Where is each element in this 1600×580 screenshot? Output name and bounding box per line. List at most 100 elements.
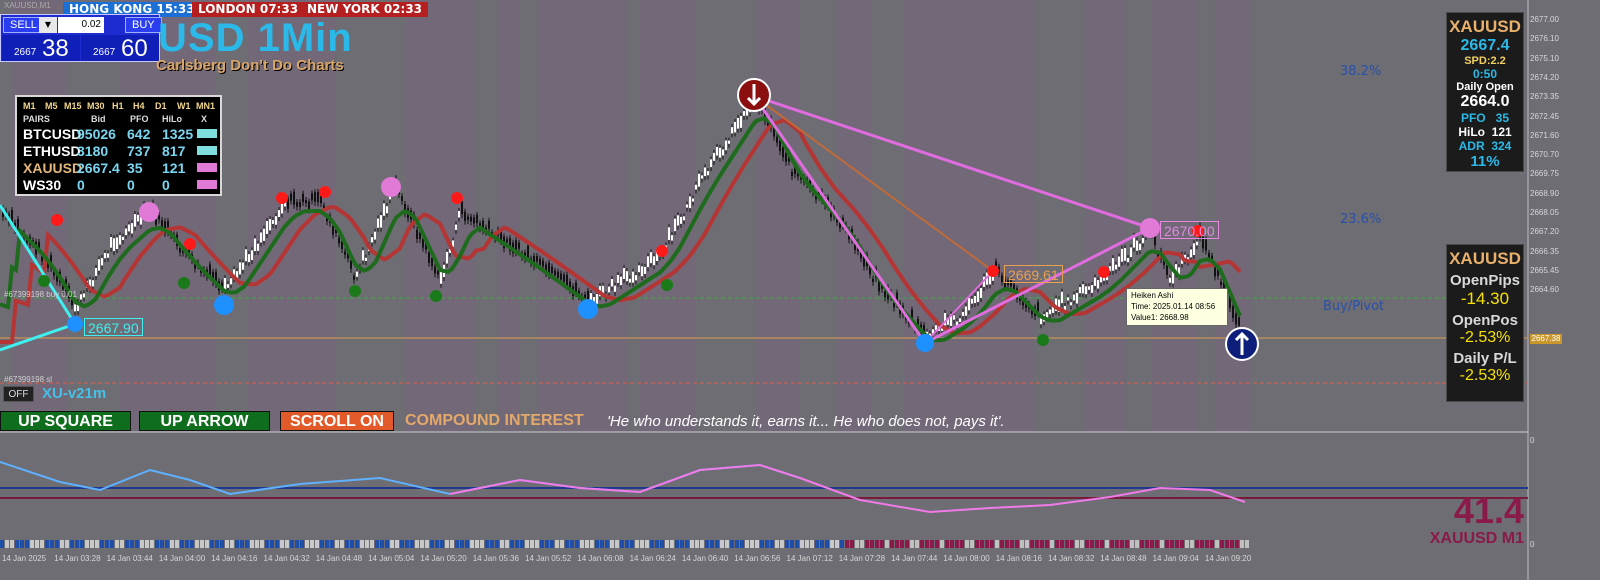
indicator-scale-bottom: 0 [1530, 540, 1535, 549]
histogram-bar [1080, 540, 1084, 548]
candle-body [1232, 306, 1234, 318]
histogram-bar [480, 540, 484, 548]
info-symbol: XAUUSD [1449, 17, 1521, 36]
histogram-bar [235, 540, 239, 548]
swing-dot [1098, 266, 1110, 278]
off-toggle-button[interactable]: OFF [3, 386, 34, 402]
lot-spinner-down-icon[interactable]: ▼ [39, 17, 57, 33]
histogram-bar [1185, 540, 1189, 548]
candle-body [1088, 286, 1090, 290]
candle-body [131, 223, 133, 234]
histogram-bar [530, 540, 534, 548]
tf-h4[interactable]: H4 [133, 101, 145, 111]
tf-h1[interactable]: H1 [112, 101, 124, 111]
tf-m15[interactable]: M15 [64, 101, 82, 111]
buy-price-box[interactable]: 2667 60 [81, 35, 159, 62]
histogram-bar [1160, 540, 1164, 548]
histogram-bar [540, 540, 544, 548]
up-arrow-button[interactable]: UP ARROW [139, 411, 270, 431]
candle-body [308, 201, 310, 210]
candle-body [1139, 243, 1141, 251]
candle-body [968, 298, 970, 311]
histogram-bar [950, 540, 954, 548]
watch-trend-bar [197, 180, 217, 189]
chart-canvas[interactable] [0, 0, 1600, 580]
histogram-bar [1105, 540, 1109, 548]
histogram-bar [490, 540, 494, 548]
time-tick-label: 14 Jan 2025 [2, 554, 47, 563]
time-tick-label: 14 Jan 08:48 [1100, 554, 1147, 563]
time-tick-label: 14 Jan 06:56 [734, 554, 781, 563]
histogram-bar [995, 540, 999, 548]
watch-pair-cell[interactable]: XAUUSD [23, 160, 82, 176]
candle-body [158, 215, 160, 220]
candle-body [506, 239, 508, 243]
candle-body [596, 294, 598, 304]
order-buy-line-label[interactable]: #67399198 buy 0.01 [4, 290, 77, 299]
tf-d1[interactable]: D1 [155, 101, 167, 111]
histogram-bar [1000, 540, 1004, 548]
chart-title: USD 1Min [158, 16, 353, 60]
histogram-bar [705, 540, 709, 548]
histogram-bar [1180, 540, 1184, 548]
watch-pair-cell[interactable]: BTCUSD [23, 126, 81, 142]
sell-button[interactable]: SELL [3, 17, 44, 33]
histogram-bar [850, 540, 854, 548]
swing-dot [578, 299, 598, 319]
histogram-bar [410, 540, 414, 548]
histogram-bar [635, 540, 639, 548]
histogram-bar [430, 540, 434, 548]
order-sl-line-label[interactable]: #67399198 sl [4, 375, 52, 384]
tf-m1[interactable]: M1 [23, 101, 36, 111]
candle-body [80, 294, 82, 300]
candle-body [698, 173, 700, 187]
time-tick-label: 14 Jan 07:12 [786, 554, 833, 563]
candle-body [353, 275, 355, 280]
histogram-bar [180, 540, 184, 548]
session-band [755, 0, 800, 432]
swing-dot [430, 290, 442, 302]
histogram-bar [170, 540, 174, 548]
up-square-button[interactable]: UP SQUARE [0, 411, 131, 431]
buy-button[interactable]: BUY [125, 17, 162, 33]
histogram-bar [600, 540, 604, 548]
candle-body [1049, 309, 1051, 315]
clock-label: LONDON 07:33 [198, 2, 299, 16]
histogram-bar [625, 540, 629, 548]
histogram-bar [675, 540, 679, 548]
histogram-bar [1240, 540, 1244, 548]
candle-body [467, 216, 469, 221]
tf-mn1[interactable]: MN1 [196, 101, 215, 111]
candle-body [122, 236, 124, 241]
histogram-bar [20, 540, 24, 548]
watch-pair-cell[interactable]: ETHUSD [23, 143, 81, 159]
histogram-bar [655, 540, 659, 548]
histogram-bar [160, 540, 164, 548]
histogram-bar [295, 540, 299, 548]
candle-body [290, 193, 292, 201]
candle-body [380, 215, 382, 228]
tf-m30[interactable]: M30 [87, 101, 105, 111]
tf-w1[interactable]: W1 [177, 101, 191, 111]
candle-body [680, 216, 682, 224]
histogram-bar [700, 540, 704, 548]
candle-body [1085, 286, 1087, 295]
candle-body [1091, 284, 1093, 293]
candle-body [383, 203, 385, 216]
candle-body [275, 216, 277, 225]
histogram-bar [1155, 540, 1159, 548]
candle-body [536, 256, 538, 262]
watch-pair-cell[interactable]: WS30 [23, 177, 61, 193]
histogram-bar [990, 540, 994, 548]
pnl-open-pos: -2.53% [1459, 329, 1511, 346]
sell-price-box[interactable]: 2667 38 [2, 35, 80, 62]
price-tick-label: 2666.35 [1530, 246, 1559, 256]
tf-m5[interactable]: M5 [45, 101, 58, 111]
pnl-symbol: XAUUSD [1449, 249, 1521, 268]
histogram-bar [1190, 540, 1194, 548]
lot-size-input[interactable]: 0.02 [58, 17, 104, 33]
candle-body [386, 206, 388, 214]
scroll-toggle-button[interactable]: SCROLL ON [280, 411, 394, 431]
price-tick-label: 2668.90 [1530, 188, 1559, 198]
candle-body [626, 271, 628, 282]
